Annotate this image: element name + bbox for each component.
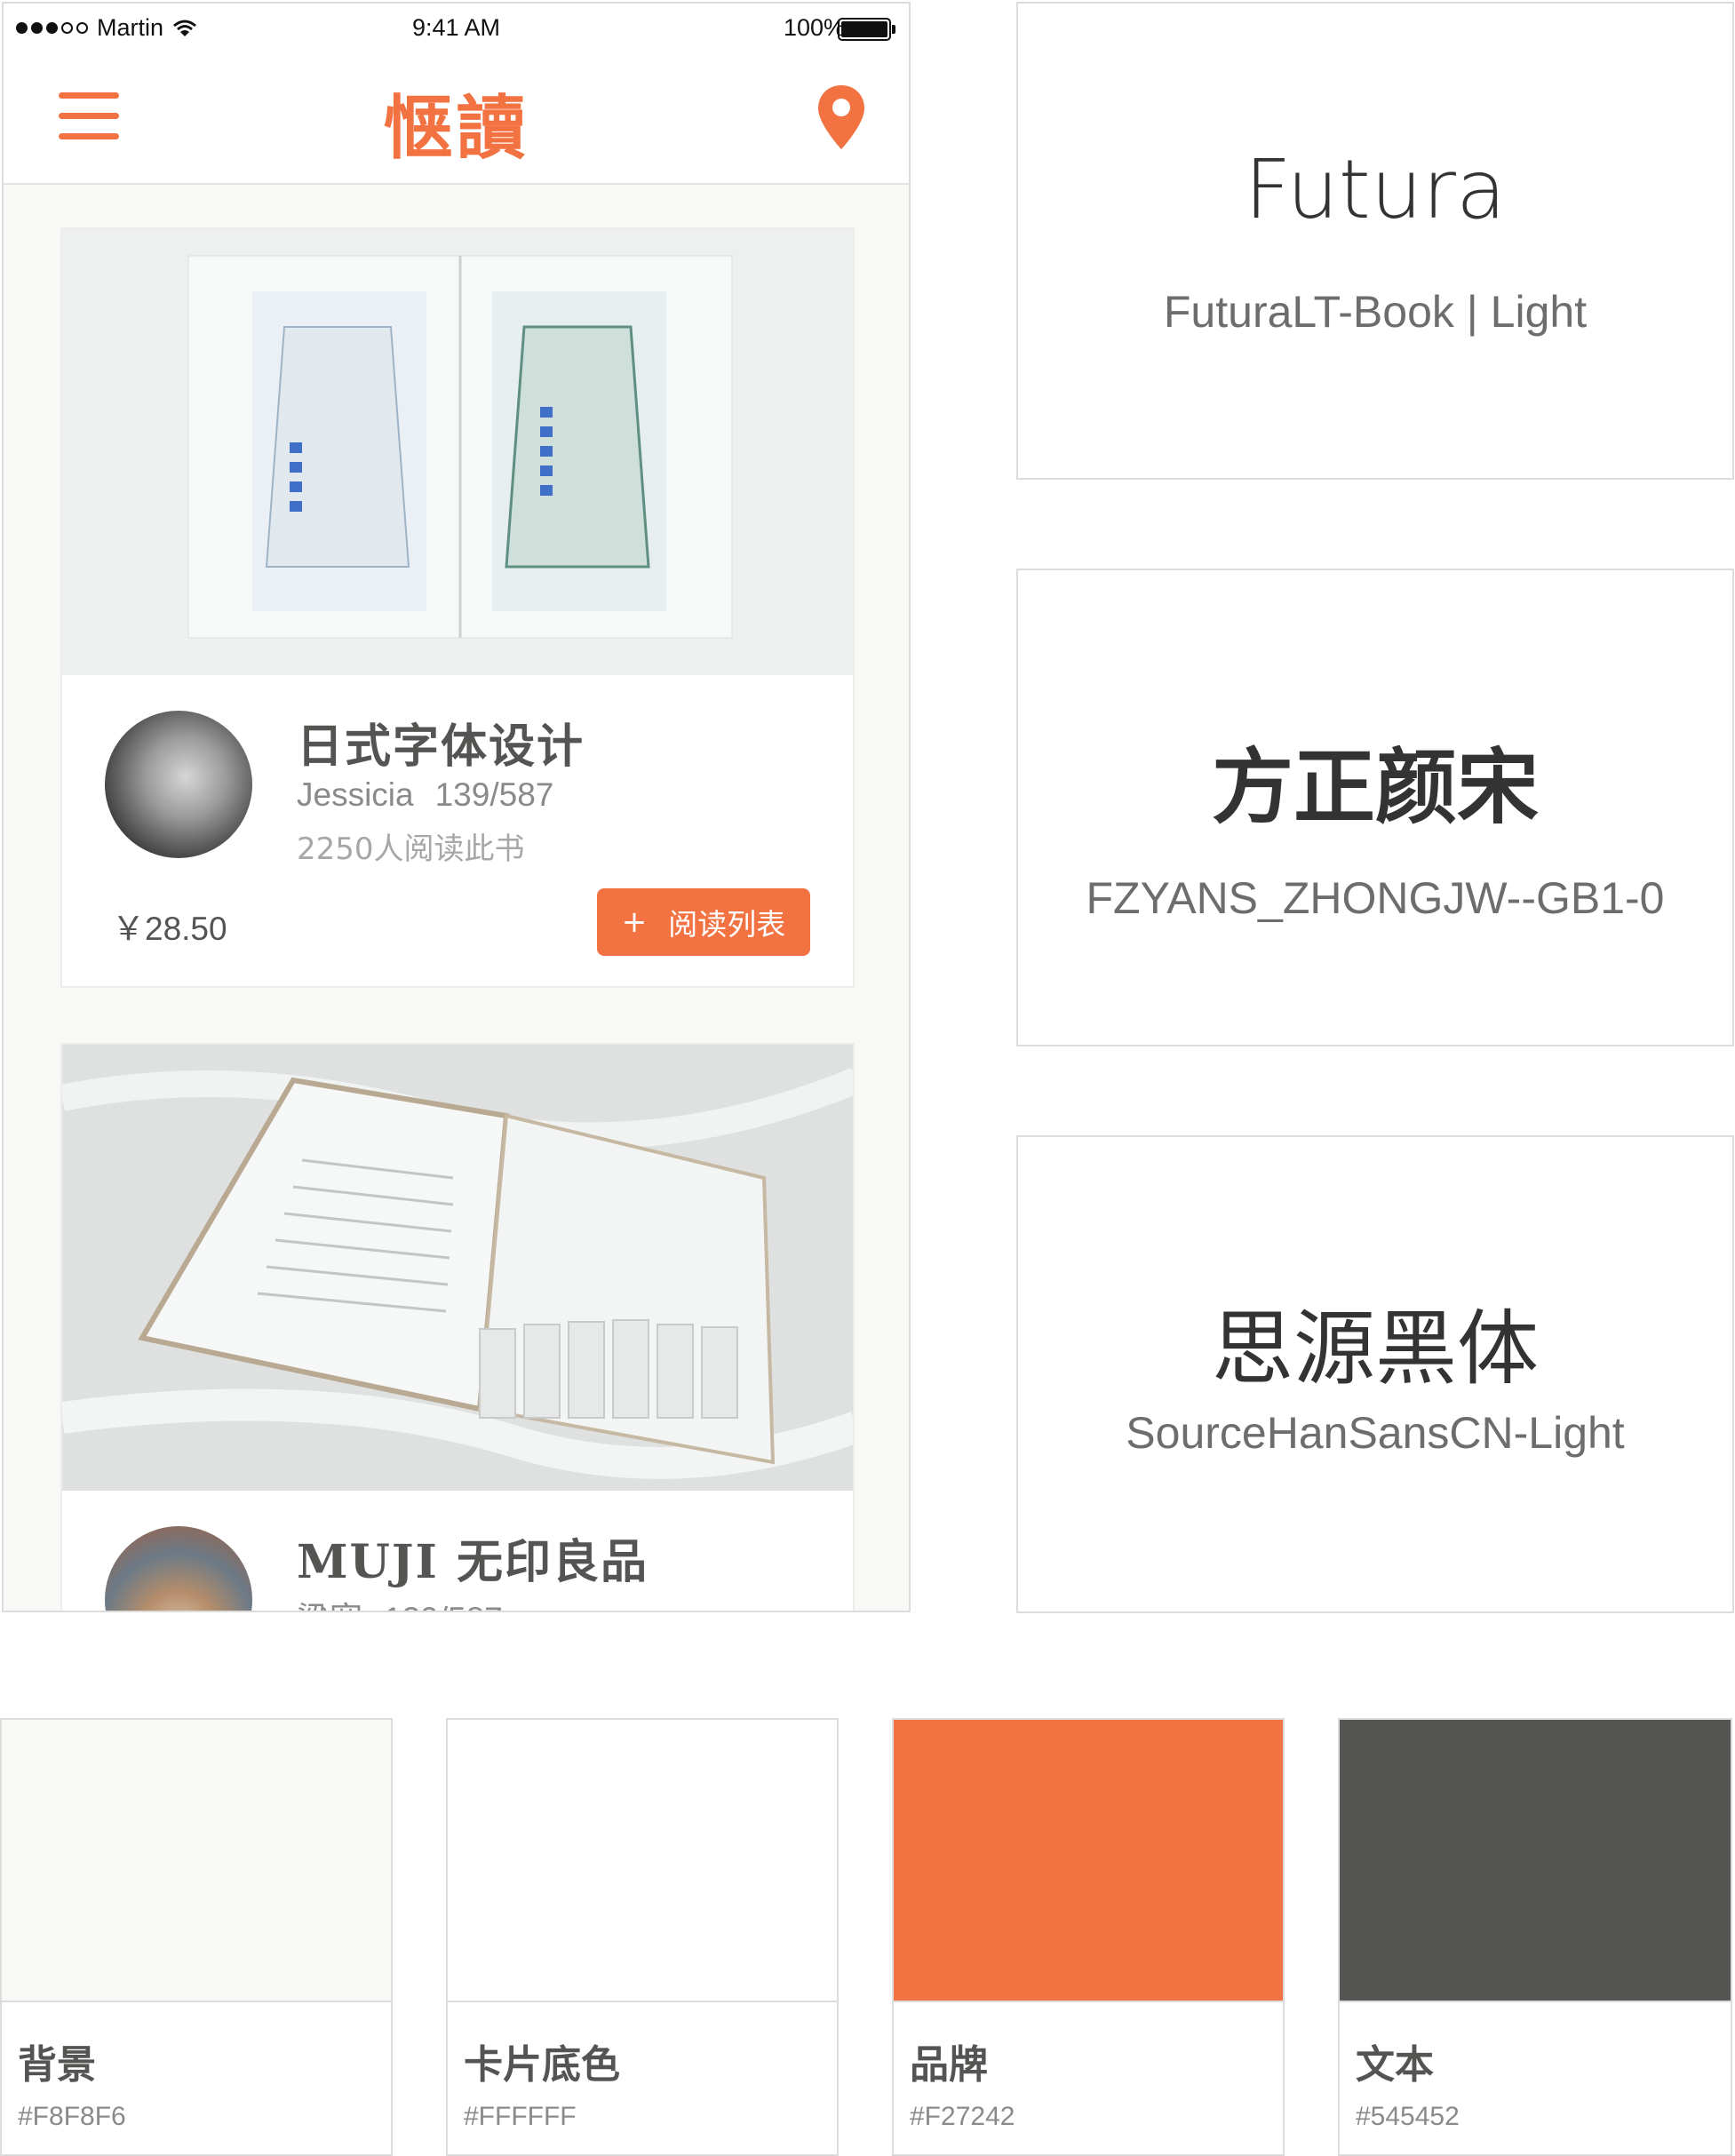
read-count: 2250人阅读此书 xyxy=(297,831,525,867)
color-swatch-card: 卡片底色 #FFFFFF xyxy=(446,1718,839,2156)
status-bar: Martin 9:41 AM 100% xyxy=(4,4,909,52)
add-button-label: 阅读列表 xyxy=(668,907,786,942)
navigation-bar: 惬讀 xyxy=(4,52,909,185)
book-card[interactable]: MUJI 无印良品 梁宽 139/587 xyxy=(60,1043,855,1611)
book-cover-image[interactable] xyxy=(62,229,853,675)
color-swatch-brand: 品牌 #F27242 xyxy=(892,1718,1285,2156)
status-time: 9:41 AM xyxy=(411,14,501,41)
plus-icon: + xyxy=(621,904,648,940)
open-book-illustration xyxy=(62,229,853,675)
open-book-on-bed-illustration xyxy=(62,1045,853,1491)
font-display-name: 方正颜宋 xyxy=(1211,739,1539,835)
battery-icon xyxy=(838,18,895,41)
swatch-color-block xyxy=(894,1720,1283,2002)
swatch-name: 文本 xyxy=(1356,2042,1434,2088)
font-postscript-name: FZYANS_ZHONGJW--GB1-0 xyxy=(1086,873,1665,923)
book-card-body: MUJI 无印良品 梁宽 139/587 xyxy=(62,1491,853,1611)
font-postscript-name: FuturaLT-Book | Light xyxy=(1163,287,1588,337)
book-title[interactable]: 日式字体设计 xyxy=(297,709,585,776)
reading-progress: 139/587 xyxy=(434,776,554,813)
font-specimen-futura: Futura FuturaLT-Book | Light xyxy=(1016,2,1734,480)
swatch-name: 背景 xyxy=(18,2042,96,2088)
swatch-color-block xyxy=(448,1720,837,2002)
swatch-hex: #FFFFFF xyxy=(464,2102,577,2131)
app-title: 惬讀 xyxy=(383,88,529,169)
font-specimen-fzyansong: 方正颜宋 FZYANS_ZHONGJW--GB1-0 xyxy=(1016,569,1734,1046)
author-name: 梁宽 xyxy=(297,1601,362,1611)
reading-progress: 139/587 xyxy=(384,1601,503,1611)
swatch-hex: #F27242 xyxy=(910,2102,1015,2131)
book-price: ￥28.50 xyxy=(112,911,227,947)
book-meta: Jessicia 139/587 xyxy=(297,776,553,814)
author-name: Jessicia xyxy=(297,776,414,813)
font-specimen-sourcehansans: 思源黑体 SourceHanSansCN-Light xyxy=(1016,1135,1734,1613)
font-postscript-name: SourceHanSansCN-Light xyxy=(1126,1408,1625,1458)
book-meta: 梁宽 139/587 xyxy=(297,1592,503,1611)
swatch-name: 卡片底色 xyxy=(464,2042,620,2088)
font-display-name: Futura xyxy=(1244,142,1507,237)
color-swatch-text: 文本 #545452 xyxy=(1338,1718,1732,2156)
color-swatch-background: 背景 #F8F8F6 xyxy=(0,1718,393,2156)
location-pin-icon[interactable] xyxy=(816,84,866,151)
battery-percent: 100% xyxy=(783,14,845,41)
author-avatar[interactable] xyxy=(105,1526,252,1611)
book-card[interactable]: 日式字体设计 Jessicia 139/587 2250人阅读此书 ￥28.50 … xyxy=(60,227,855,988)
book-feed: 日式字体设计 Jessicia 139/587 2250人阅读此书 ￥28.50 … xyxy=(60,227,855,1611)
swatch-name: 品牌 xyxy=(910,2042,988,2088)
book-title[interactable]: MUJI 无印良品 xyxy=(297,1524,649,1591)
font-display-name: 思源黑体 xyxy=(1211,1301,1539,1396)
swatch-hex: #545452 xyxy=(1356,2102,1460,2131)
phone-mockup: Martin 9:41 AM 100% 惬讀 日式字体设计 Jessicia 1… xyxy=(2,2,911,1612)
book-cover-image[interactable] xyxy=(62,1045,853,1491)
swatch-color-block xyxy=(2,1720,391,2002)
swatch-hex: #F8F8F6 xyxy=(18,2102,126,2131)
author-avatar[interactable] xyxy=(105,711,252,858)
add-to-reading-list-button[interactable]: + 阅读列表 xyxy=(597,888,810,956)
book-card-body: 日式字体设计 Jessicia 139/587 2250人阅读此书 ￥28.50 … xyxy=(62,675,853,986)
swatch-color-block xyxy=(1340,1720,1731,2002)
